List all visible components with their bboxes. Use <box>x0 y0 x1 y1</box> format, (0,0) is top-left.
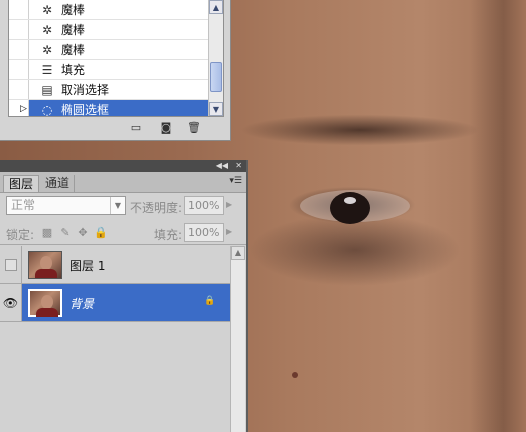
tab-layers[interactable]: 图层 <box>3 175 40 192</box>
lock-all-icon[interactable]: 🔒 <box>94 226 108 239</box>
history-state-slider[interactable]: ▷ <box>9 100 29 116</box>
layer-list: 图层 1 👁 背景 🔒 <box>0 246 230 432</box>
history-scrollbar[interactable]: ▲ ▼ <box>208 0 223 116</box>
magic-wand-icon: ✲ <box>41 42 53 57</box>
thumbnail-face <box>41 295 53 309</box>
lock-icon: 🔒 <box>204 296 216 306</box>
layer-row-selected[interactable]: 👁 背景 🔒 <box>0 284 230 322</box>
history-item-label: 取消选择 <box>61 83 110 97</box>
scroll-down-arrow-icon[interactable]: ▼ <box>209 102 223 116</box>
layer-name: 图层 1 <box>70 259 106 273</box>
face-shadow <box>470 0 526 432</box>
thumbnail-body <box>36 308 58 317</box>
history-snapshot-source-toggle[interactable] <box>9 20 29 39</box>
trash-icon[interactable]: 🗑 <box>186 120 202 134</box>
fill-slider-arrow-icon[interactable]: ▶ <box>226 227 232 236</box>
history-item-label: 魔棒 <box>61 23 86 37</box>
history-item-label: 魔棒 <box>61 43 86 57</box>
history-item[interactable]: ✲ 魔棒 <box>9 40 209 60</box>
history-item-current[interactable]: ▷ ◌ 椭圆选框 <box>9 100 209 117</box>
scroll-up-arrow-icon[interactable]: ▲ <box>209 0 223 14</box>
history-snapshot-source-toggle[interactable] <box>9 80 29 99</box>
visibility-toggle[interactable]: 👁 <box>0 284 22 321</box>
history-snapshot-source-toggle[interactable] <box>9 40 29 59</box>
elliptical-marquee-icon: ◌ <box>41 102 53 117</box>
fill-icon: ☰ <box>41 62 53 77</box>
fill-input[interactable]: 100% <box>184 223 224 242</box>
layers-panel: ◀◀ ✕ 图层 通道 ▾☰ 正常 ▼ 不透明度: 100% ▶ 锁定: ▩ ✎ … <box>0 160 248 432</box>
history-item-label: 填充 <box>61 63 86 77</box>
panel-tabs: 图层 通道 ▾☰ <box>0 172 246 193</box>
eye-highlight <box>344 197 356 204</box>
history-item[interactable]: ✲ 魔棒 <box>9 20 209 40</box>
history-footer: ▭ ◙ 🗑 <box>0 118 230 138</box>
collapse-arrows-icon[interactable]: ◀◀ <box>216 160 228 172</box>
lock-label: 锁定: <box>6 228 35 242</box>
lock-transparent-pixels-icon[interactable]: ▩ <box>40 226 54 239</box>
history-list: ✲ 魔棒 ✲ 魔棒 ✲ 魔棒 ☰ 填充 ▤ 取消选择 ▷ ◌ 椭圆选框 ▲ ▼ <box>8 0 224 117</box>
panel-menu-icon[interactable]: ▾☰ <box>229 176 242 186</box>
chevron-down-icon: ▼ <box>110 197 125 214</box>
layer-row[interactable]: 图层 1 <box>0 246 230 284</box>
snapshot-camera-icon[interactable]: ◙ <box>158 120 174 134</box>
lock-controls: 锁定: ▩ ✎ ✥ 🔒 填充: 100% ▶ <box>0 222 246 245</box>
history-snapshot-source-toggle[interactable] <box>9 0 29 19</box>
blend-mode-select[interactable]: 正常 ▼ <box>6 196 126 215</box>
eye-icon: 👁 <box>2 295 19 310</box>
skin-mole <box>292 372 298 378</box>
tab-channels[interactable]: 通道 <box>40 175 76 192</box>
opacity-label: 不透明度: <box>130 201 183 215</box>
new-document-from-state-icon[interactable]: ▭ <box>128 120 144 134</box>
layers-scrollbar[interactable]: ▲ <box>230 246 245 432</box>
magic-wand-icon: ✲ <box>41 2 53 17</box>
layer-thumbnail <box>28 251 62 279</box>
history-snapshot-source-toggle[interactable] <box>9 60 29 79</box>
history-item-label: 魔棒 <box>61 3 86 17</box>
deselect-icon: ▤ <box>41 82 53 97</box>
history-item[interactable]: ▤ 取消选择 <box>9 80 209 100</box>
blend-mode-value: 正常 <box>11 198 36 212</box>
lock-image-pixels-icon[interactable]: ✎ <box>58 226 72 239</box>
panel-titlebar[interactable]: ◀◀ ✕ <box>0 160 246 172</box>
scrollbar-thumb[interactable] <box>210 62 222 92</box>
history-item[interactable]: ✲ 魔棒 <box>9 0 209 20</box>
visibility-toggle[interactable] <box>0 246 22 283</box>
blend-controls: 正常 ▼ 不透明度: 100% ▶ <box>0 194 246 218</box>
thumbnail-body <box>35 269 57 278</box>
magic-wand-icon: ✲ <box>41 22 53 37</box>
close-icon[interactable]: ✕ <box>235 160 242 172</box>
fill-label: 填充: <box>154 228 183 242</box>
opacity-input[interactable]: 100% <box>184 196 224 215</box>
opacity-slider-arrow-icon[interactable]: ▶ <box>226 200 232 209</box>
layer-name: 背景 <box>70 297 95 311</box>
thumbnail-face <box>40 256 52 270</box>
history-panel: ✲ 魔棒 ✲ 魔棒 ✲ 魔棒 ☰ 填充 ▤ 取消选择 ▷ ◌ 椭圆选框 ▲ ▼ … <box>0 0 231 141</box>
visibility-off-icon <box>4 258 17 271</box>
layer-thumbnail <box>28 289 62 317</box>
scroll-up-arrow-icon[interactable]: ▲ <box>231 246 245 260</box>
history-item[interactable]: ☰ 填充 <box>9 60 209 80</box>
lock-position-icon[interactable]: ✥ <box>76 226 90 239</box>
history-item-label: 椭圆选框 <box>61 103 110 117</box>
